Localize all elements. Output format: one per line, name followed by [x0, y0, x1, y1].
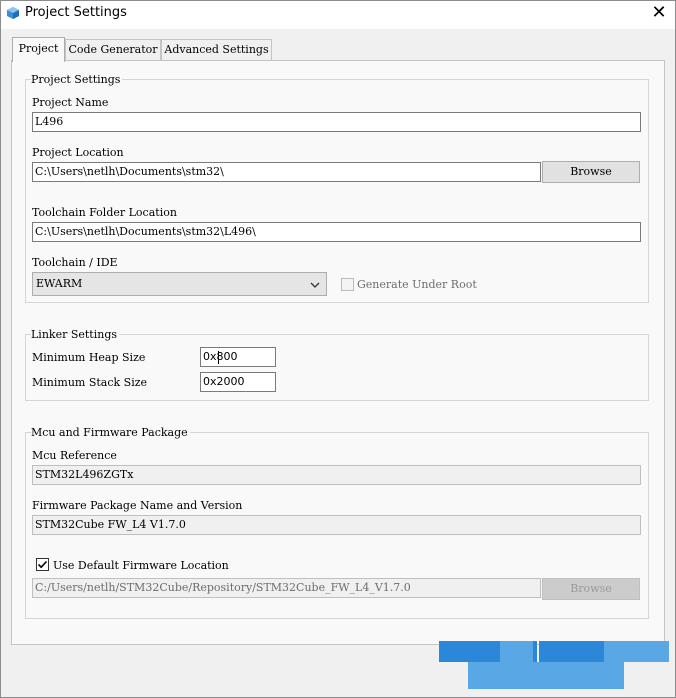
- toolchain-ide-value: EWARM: [36, 277, 83, 290]
- generate-under-root-checkbox[interactable]: [341, 278, 354, 291]
- min-stack-label: Minimum Stack Size: [32, 376, 148, 389]
- project-location-browse-button[interactable]: Browse: [542, 161, 640, 183]
- project-location-label: Project Location: [32, 146, 124, 159]
- project-name-input[interactable]: L496: [32, 112, 641, 132]
- mcu-reference-field: STM32L496ZGTx: [32, 465, 641, 485]
- toolchain-ide-label: Toolchain / IDE: [32, 256, 118, 269]
- mcu-reference-label: Mcu Reference: [32, 449, 117, 462]
- blue-overlay-block: [604, 641, 624, 689]
- blue-overlay-block: [439, 641, 500, 662]
- cube-app-icon: [6, 6, 20, 20]
- blue-overlay-block: [533, 641, 537, 662]
- blue-overlay-block: [539, 641, 604, 662]
- linker-settings-group: [25, 334, 649, 401]
- firmware-package-field: STM32Cube FW_L4 V1.7.0: [32, 515, 641, 535]
- use-default-location-checkbox[interactable]: [36, 558, 49, 571]
- blue-overlay-block: [468, 662, 604, 689]
- toolchain-folder-label: Toolchain Folder Location: [32, 206, 177, 219]
- linker-settings-group-title: Linker Settings: [31, 328, 120, 341]
- mcu-firmware-group-title: Mcu and Firmware Package: [31, 426, 190, 439]
- tab-project[interactable]: Project: [12, 37, 65, 62]
- generate-under-root-label: Generate Under Root: [357, 278, 477, 291]
- close-icon[interactable]: ✕: [648, 3, 670, 25]
- use-default-location-label: Use Default Firmware Location: [53, 559, 229, 572]
- window-title: Project Settings: [25, 5, 127, 20]
- project-settings-group-title: Project Settings: [31, 73, 123, 86]
- min-stack-input[interactable]: 0x2000: [200, 372, 276, 392]
- text-caret: [218, 351, 219, 364]
- firmware-package-label: Firmware Package Name and Version: [32, 499, 243, 512]
- project-name-label: Project Name: [32, 96, 109, 109]
- blue-overlay-block: [624, 641, 669, 662]
- min-heap-input[interactable]: 0x800: [200, 347, 276, 367]
- firmware-location-input: C:/Users/netlh/STM32Cube/Repository/STM3…: [32, 578, 541, 598]
- firmware-location-browse-button: Browse: [542, 578, 640, 600]
- tab-advanced-settings[interactable]: Advanced Settings: [161, 39, 272, 60]
- toolchain-ide-select[interactable]: EWARM: [32, 272, 327, 296]
- toolchain-folder-input[interactable]: C:\Users\netlh\Documents\stm32\L496\: [32, 222, 641, 242]
- project-location-input[interactable]: C:\Users\netlh\Documents\stm32\: [32, 162, 541, 182]
- tab-code-generator[interactable]: Code Generator: [65, 39, 161, 60]
- chevron-down-icon: [309, 277, 321, 289]
- min-heap-label: Minimum Heap Size: [32, 351, 146, 364]
